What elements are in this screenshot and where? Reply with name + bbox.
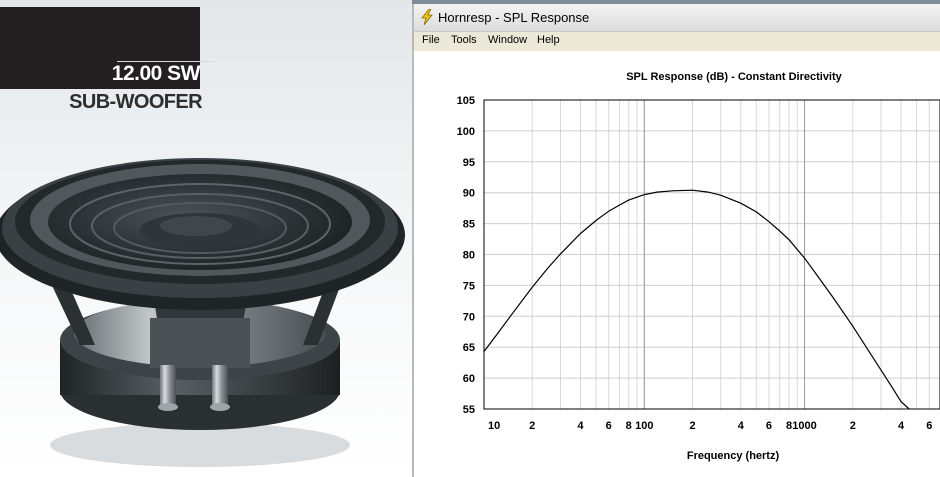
model-name: 12.00 SW bbox=[111, 62, 201, 85]
menu-help[interactable]: Help bbox=[537, 34, 560, 46]
major-grid bbox=[484, 99, 940, 410]
x-tick-label: 6 bbox=[926, 420, 932, 432]
y-tick-label: 60 bbox=[463, 373, 475, 385]
x-tick-label: 4 bbox=[738, 420, 745, 432]
x-axis-label: Frequency (hertz) bbox=[687, 450, 780, 462]
y-tick-label: 75 bbox=[463, 280, 475, 292]
x-axis-ticks: 10 2 4 6 8 100 2 4 6 8 1000 2 4 6 bbox=[488, 420, 932, 432]
lightning-icon bbox=[421, 9, 433, 25]
x-tick-label: 2 bbox=[529, 420, 535, 432]
x-tick-label: 100 bbox=[635, 420, 653, 432]
x-tick-label: 2 bbox=[689, 420, 695, 432]
subwoofer-photo bbox=[0, 158, 405, 467]
spl-curve bbox=[483, 189, 910, 410]
chart-title: SPL Response (dB) - Constant Directivity bbox=[626, 71, 842, 83]
menu-file[interactable]: File bbox=[422, 34, 440, 46]
y-tick-label: 100 bbox=[457, 126, 475, 138]
y-tick-label: 55 bbox=[463, 404, 475, 416]
x-tick-label: 4 bbox=[898, 420, 905, 432]
x-tick-label: 10 bbox=[488, 420, 500, 432]
x-tick-label: 2 bbox=[850, 420, 856, 432]
y-tick-label: 95 bbox=[463, 157, 475, 169]
spl-response-chart: SPL Response (dB) - Constant Directivity… bbox=[457, 71, 940, 462]
y-tick-label: 85 bbox=[463, 219, 475, 231]
x-tick-label: 6 bbox=[766, 420, 772, 432]
y-axis-ticks: 55 60 65 70 75 80 85 90 95 100 105 bbox=[457, 95, 475, 416]
x-tick-label: 6 bbox=[606, 420, 612, 432]
x-tick-label: 8 bbox=[626, 420, 632, 432]
x-tick-label: 4 bbox=[577, 420, 584, 432]
product-category: SUB-WOOFER bbox=[69, 91, 202, 113]
menu-bar: File Tools Window Help bbox=[414, 32, 940, 50]
y-tick-label: 70 bbox=[463, 311, 475, 323]
menu-tools[interactable]: Tools bbox=[451, 34, 477, 46]
menu-window[interactable]: Window bbox=[488, 34, 527, 46]
y-tick-label: 80 bbox=[463, 250, 475, 262]
y-tick-label: 90 bbox=[463, 188, 475, 200]
y-tick-label: 65 bbox=[463, 342, 475, 354]
speaker-advert-panel: 12.00 SW SUB-WOOFER bbox=[0, 0, 412, 477]
window-titlebar[interactable]: Hornresp - SPL Response bbox=[414, 4, 940, 32]
y-tick-label: 105 bbox=[457, 95, 475, 107]
x-tick-label: 8 bbox=[786, 420, 792, 432]
window-title: Hornresp - SPL Response bbox=[438, 10, 590, 25]
x-tick-label: 1000 bbox=[792, 420, 816, 432]
